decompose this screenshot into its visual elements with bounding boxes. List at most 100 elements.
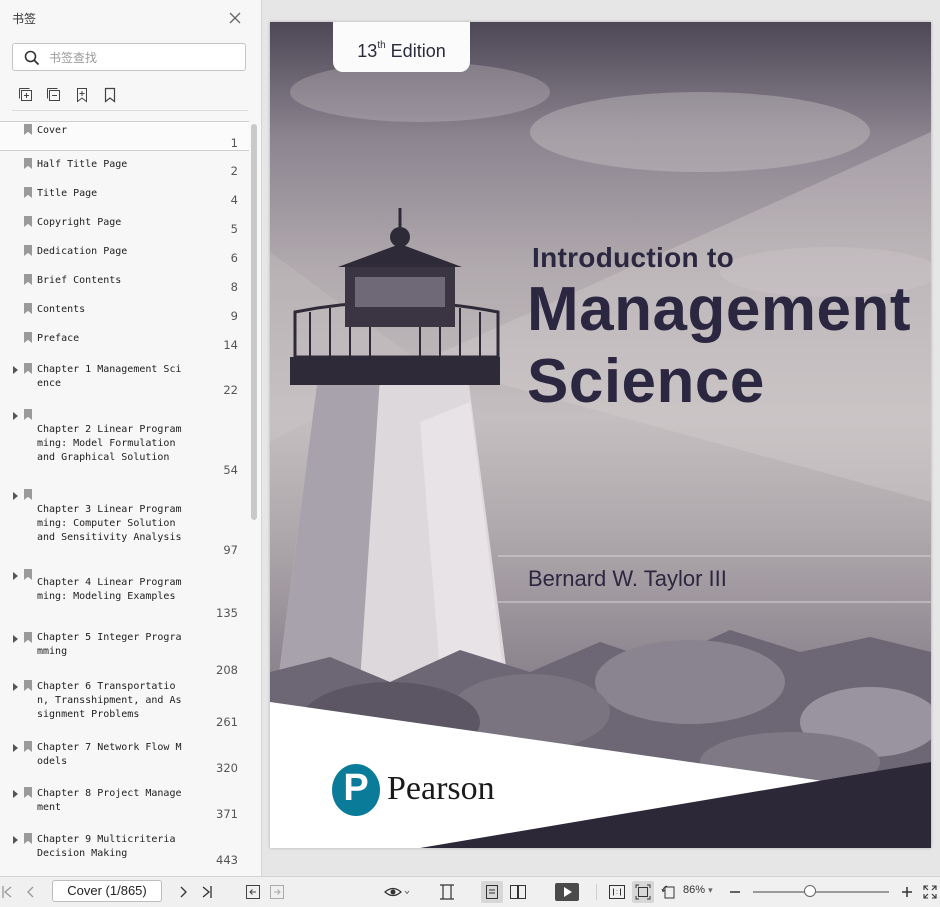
bookmark-panel: 书签 Cover 1 xyxy=(0,0,262,876)
bookmark-label: Chapter 9 Multicriteria Decision Making xyxy=(37,834,182,859)
toolbar-separator xyxy=(596,884,597,900)
bookmark-item[interactable]: Cover 1 xyxy=(0,121,249,151)
bookmark-item[interactable]: Chapter 7 Network Flow Models 320 xyxy=(0,739,249,781)
document-view[interactable]: 13th Edition Introduction to Management … xyxy=(262,0,940,876)
bookmark-item[interactable]: Half Title Page 2 xyxy=(0,156,249,184)
bookmark-item[interactable]: Chapter 4 Linear Programming: Modeling E… xyxy=(0,567,249,622)
first-page-icon xyxy=(2,886,12,898)
bottom-toolbar: Cover (1/865) 86% ▾ xyxy=(0,876,940,907)
bookmark-item[interactable]: Chapter 6 Transportation, Transshipment,… xyxy=(0,678,249,734)
bookmark-label: Chapter 5 Integer Programming xyxy=(37,632,182,657)
zoom-in-button[interactable] xyxy=(899,877,915,907)
fit-page-button[interactable] xyxy=(632,881,654,903)
expand-arrow-icon[interactable] xyxy=(13,683,18,691)
prev-page-button[interactable] xyxy=(22,877,38,907)
bookmark-item[interactable]: Copyright Page 5 xyxy=(0,214,249,242)
bookmark-search-box[interactable] xyxy=(12,43,246,71)
bookmark-item[interactable]: Chapter 1 Management Science 22 xyxy=(0,361,249,401)
bookmark-search-input[interactable] xyxy=(47,47,241,69)
actual-size-button[interactable] xyxy=(607,877,627,907)
bookmark-flag-icon xyxy=(24,363,32,374)
bookmark-flag-icon xyxy=(24,158,32,169)
bookmark-label: Brief Contents xyxy=(37,275,122,286)
fullscreen-icon xyxy=(923,885,937,899)
bookmark-item[interactable]: Contents 9 xyxy=(0,301,249,329)
expand-arrow-icon[interactable] xyxy=(13,744,18,752)
bookmark-item[interactable]: Chapter 2 Linear Programming: Model Form… xyxy=(0,407,249,479)
zoom-level[interactable]: 86% ▾ xyxy=(683,884,713,896)
bookmark-page: 97 xyxy=(223,543,238,557)
page-number-input[interactable]: Cover (1/865) xyxy=(52,880,162,902)
read-mode-button[interactable] xyxy=(382,877,412,907)
bookmark-item[interactable]: Chapter 5 Integer Programming 208 xyxy=(0,630,249,677)
rotate-button[interactable] xyxy=(659,877,679,907)
cover-artwork xyxy=(270,62,931,848)
fit-width-button[interactable] xyxy=(437,877,457,907)
two-page-button[interactable] xyxy=(507,877,529,907)
bookmark-item[interactable]: Chapter 3 Linear Programming: Computer S… xyxy=(0,487,249,559)
expand-arrow-icon[interactable] xyxy=(13,635,18,643)
bookmark-scrollbar[interactable] xyxy=(251,124,257,520)
publisher-mark: P xyxy=(343,767,369,809)
expand-arrow-icon[interactable] xyxy=(13,790,18,798)
back-icon xyxy=(246,885,260,899)
bookmark-item[interactable]: Chapter 8 Project Management 371 xyxy=(0,785,249,827)
bookmark-flag-icon xyxy=(24,787,32,798)
pearson-logo-icon: P xyxy=(332,764,380,816)
next-page-button[interactable] xyxy=(176,877,192,907)
bookmark-label: Chapter 6 Transportation, Transshipment,… xyxy=(37,681,182,720)
bookmark-flag-icon xyxy=(24,274,32,285)
zoom-out-button[interactable] xyxy=(727,877,743,907)
bookmark-label: Chapter 8 Project Management xyxy=(37,788,182,813)
bookmark-label: Chapter 3 Linear Programming: Computer S… xyxy=(37,504,182,543)
first-page-button[interactable] xyxy=(0,877,14,907)
forward-button[interactable] xyxy=(268,877,286,907)
bookmark-page: 22 xyxy=(223,383,238,397)
bookmark-item[interactable]: Preface 14 xyxy=(0,330,249,358)
bookmark-page: 4 xyxy=(230,193,238,207)
close-icon[interactable] xyxy=(228,11,242,25)
bookmark-flag-icon xyxy=(24,124,32,135)
two-page-icon xyxy=(510,885,526,899)
divider xyxy=(12,110,248,111)
book-title-line1: Introduction to xyxy=(532,242,735,273)
zoom-slider-thumb[interactable] xyxy=(804,885,816,897)
bookmark-item[interactable]: Chapter 9 Multicriteria Decision Making … xyxy=(0,831,249,876)
fullscreen-button[interactable] xyxy=(921,877,939,907)
zoom-out-icon xyxy=(730,891,740,893)
bookmark-icon[interactable] xyxy=(102,87,118,103)
bookmark-page: 371 xyxy=(216,807,238,821)
zoom-in-icon xyxy=(902,887,912,897)
bookmark-flag-icon xyxy=(24,332,32,343)
single-page-button[interactable] xyxy=(481,881,503,903)
expand-arrow-icon[interactable] xyxy=(13,572,18,580)
publisher-name: Pearson xyxy=(387,770,495,807)
fit-width-icon xyxy=(440,884,454,900)
expand-arrow-icon[interactable] xyxy=(13,412,18,420)
zoom-slider-track[interactable] xyxy=(753,891,889,893)
back-button[interactable] xyxy=(244,877,262,907)
bookmark-item[interactable]: Title Page 4 xyxy=(0,185,249,213)
bookmark-flag-icon xyxy=(24,632,32,643)
bookmark-page: 135 xyxy=(216,606,238,620)
bookmark-label: Chapter 1 Management Science xyxy=(37,364,182,389)
slideshow-button[interactable] xyxy=(554,877,580,907)
rotate-icon xyxy=(661,885,675,899)
bookmark-page: 9 xyxy=(230,309,238,323)
collapse-all-icon[interactable] xyxy=(46,87,62,103)
add-bookmark-icon[interactable] xyxy=(74,87,90,103)
bookmark-flag-icon xyxy=(24,833,32,844)
bookmark-page: 320 xyxy=(216,761,238,775)
bookmark-flag-icon xyxy=(24,409,32,420)
expand-arrow-icon[interactable] xyxy=(13,836,18,844)
bookmark-item[interactable]: Brief Contents 8 xyxy=(0,272,249,300)
expand-arrow-icon[interactable] xyxy=(13,492,18,500)
panel-title: 书签 xyxy=(12,12,37,26)
bookmark-flag-icon xyxy=(24,741,32,752)
last-page-button[interactable] xyxy=(199,877,215,907)
edition-suffix: th xyxy=(377,40,386,51)
expand-arrow-icon[interactable] xyxy=(13,366,18,374)
bookmark-item[interactable]: Dedication Page 6 xyxy=(0,243,249,271)
book-title-main: Management Science xyxy=(527,274,911,418)
expand-all-icon[interactable] xyxy=(18,87,34,103)
